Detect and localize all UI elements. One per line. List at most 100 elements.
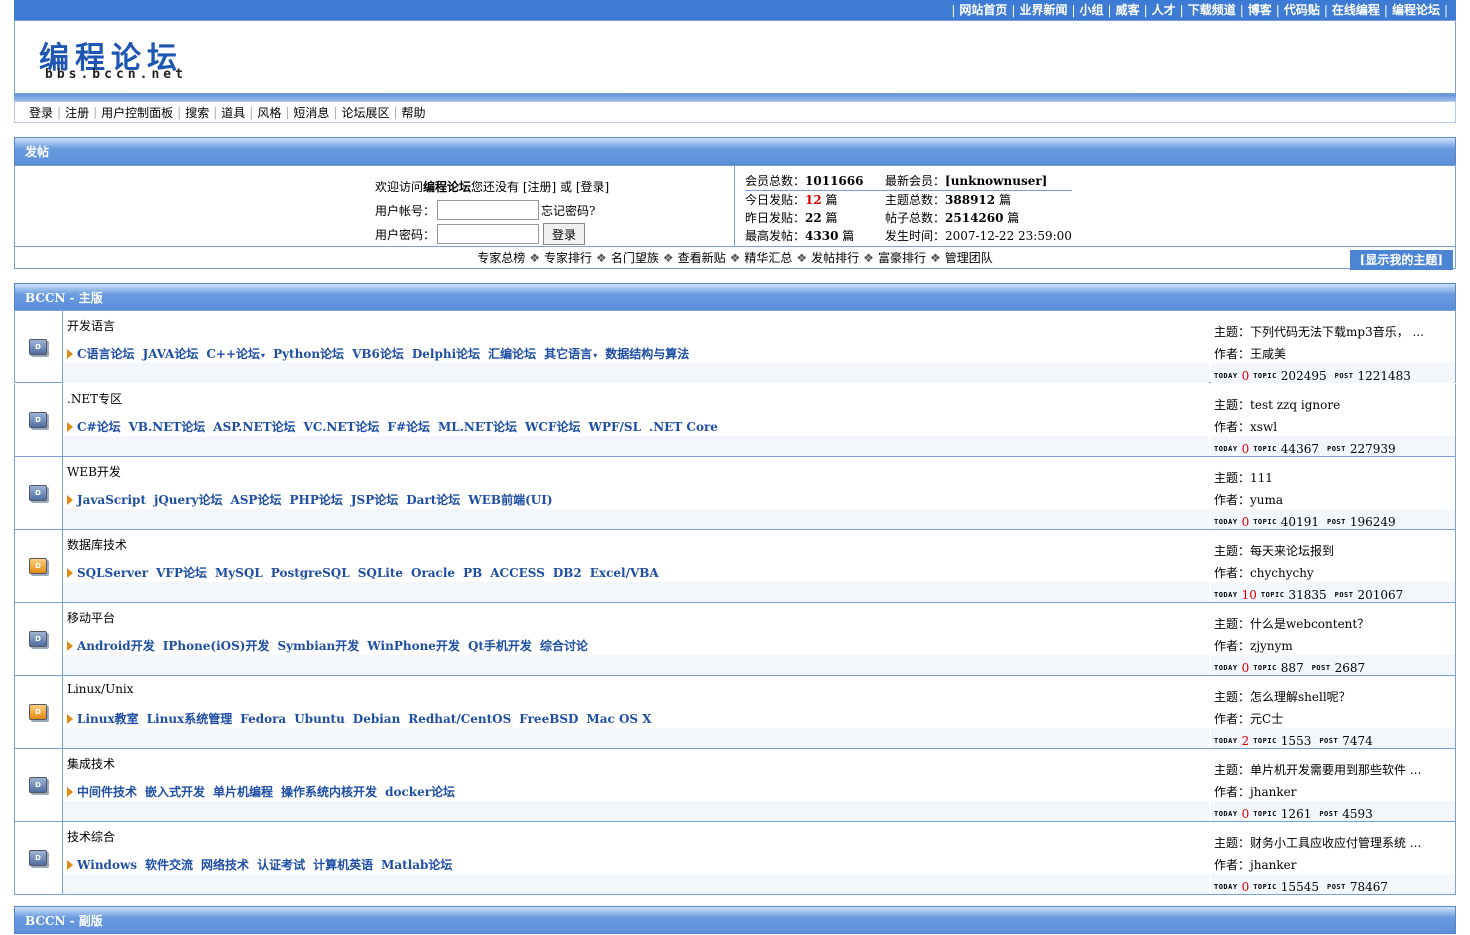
top-nav-link[interactable]: 在线编程 bbox=[1332, 3, 1380, 17]
subforum-link[interactable]: Mac OS X bbox=[586, 712, 651, 726]
last-topic-link[interactable]: 111 bbox=[1250, 471, 1273, 485]
subforum-link[interactable]: Excel/VBA bbox=[590, 566, 659, 580]
subforum-link[interactable]: Windows bbox=[77, 858, 137, 872]
forgot-password-link[interactable]: 忘记密码? bbox=[541, 202, 595, 219]
menu-item[interactable]: 帮助 bbox=[398, 104, 430, 121]
subforum-link[interactable]: Linux系统管理 bbox=[147, 710, 233, 727]
subforum-link[interactable]: Dart论坛 bbox=[406, 491, 460, 508]
menu-item[interactable]: 注册 bbox=[61, 104, 93, 121]
menu-item[interactable]: 风格 bbox=[253, 104, 285, 121]
subforum-link[interactable]: Fedora bbox=[240, 712, 286, 726]
author-link[interactable]: jhanker bbox=[1250, 785, 1296, 799]
subforum-link[interactable]: 数据结构与算法 bbox=[605, 345, 689, 362]
newest-member[interactable]: [unknownuser] bbox=[945, 174, 1047, 188]
subforum-link[interactable]: Linux教室 bbox=[77, 710, 139, 727]
subforum-link[interactable]: ASP论坛 bbox=[230, 491, 281, 508]
top-nav-link[interactable]: 网站首页 bbox=[959, 3, 1007, 17]
top-nav-link[interactable]: 小组 bbox=[1080, 3, 1104, 17]
menu-item[interactable]: 登录 bbox=[25, 104, 57, 121]
last-topic-link[interactable]: 怎么理解shell呢？ bbox=[1250, 690, 1351, 704]
author-link[interactable]: zjynym bbox=[1250, 639, 1293, 653]
tool-link[interactable]: 富豪排行 bbox=[878, 251, 926, 265]
subforum-link[interactable]: 软件交流 bbox=[145, 856, 193, 873]
forum-name[interactable]: WEB开发 bbox=[67, 463, 121, 480]
top-nav-link[interactable]: 威客 bbox=[1116, 3, 1140, 17]
subforum-link[interactable]: Qt手机开发 bbox=[468, 637, 532, 654]
subforum-link[interactable]: MySQL bbox=[215, 566, 263, 580]
subforum-link[interactable]: WEB前端(UI) bbox=[468, 491, 552, 508]
last-topic-link[interactable]: 下列代码无法下载mp3音乐， ... bbox=[1250, 325, 1424, 339]
subforum-link[interactable]: DB2 bbox=[553, 566, 582, 580]
subforum-link[interactable]: .NET Core bbox=[649, 420, 718, 434]
dropdown-icon[interactable]: ▾ bbox=[593, 350, 597, 360]
subforum-link[interactable]: 操作系统内核开发 bbox=[281, 783, 377, 800]
subforum-link[interactable]: VFP论坛 bbox=[156, 564, 207, 581]
top-nav-link[interactable]: 代码贴 bbox=[1284, 3, 1320, 17]
subforum-link[interactable]: JAVA论坛 bbox=[143, 345, 199, 362]
subforum-link[interactable]: C语言论坛 bbox=[77, 345, 135, 362]
last-topic-link[interactable]: 什么是webcontent？ bbox=[1250, 617, 1369, 631]
subforum-link[interactable]: PostgreSQL bbox=[271, 566, 350, 580]
subforum-link[interactable]: IPhone(iOS)开发 bbox=[163, 637, 270, 654]
subforum-link[interactable]: Matlab论坛 bbox=[381, 856, 452, 873]
forum-name[interactable]: 移动平台 bbox=[67, 609, 115, 626]
tool-link[interactable]: 名门望族 bbox=[611, 251, 659, 265]
subforum-link[interactable]: ML.NET论坛 bbox=[438, 418, 517, 435]
subforum-link[interactable]: C#论坛 bbox=[77, 418, 121, 435]
subforum-link[interactable]: 中间件技术 bbox=[77, 783, 137, 800]
show-my-topics-button[interactable]: [显示我的主题] bbox=[1349, 250, 1453, 270]
subforum-link[interactable]: Symbian开发 bbox=[277, 637, 359, 654]
last-topic-link[interactable]: 每天来论坛报到 bbox=[1250, 544, 1334, 558]
forum-name[interactable]: 开发语言 bbox=[67, 317, 115, 334]
tool-link[interactable]: 管理团队 bbox=[945, 251, 993, 265]
subforum-link[interactable]: SQLServer bbox=[77, 566, 148, 580]
subforum-link[interactable]: WinPhone开发 bbox=[367, 637, 460, 654]
subforum-link[interactable]: jQuery论坛 bbox=[154, 491, 222, 508]
subforum-link[interactable]: SQLite bbox=[358, 566, 403, 580]
subforum-link[interactable]: FreeBSD bbox=[519, 712, 578, 726]
subforum-link[interactable]: VB.NET论坛 bbox=[129, 418, 206, 435]
subforum-link[interactable]: Debian bbox=[353, 712, 401, 726]
forum-name[interactable]: 数据库技术 bbox=[67, 536, 127, 553]
subforum-link[interactable]: Oracle bbox=[411, 566, 455, 580]
forum-name[interactable]: 集成技术 bbox=[67, 755, 115, 772]
menu-item[interactable]: 用户控制面板 bbox=[97, 104, 177, 121]
subforum-link[interactable]: 嵌入式开发 bbox=[145, 783, 205, 800]
subforum-link[interactable]: JSP论坛 bbox=[351, 491, 398, 508]
subforum-link[interactable]: docker论坛 bbox=[385, 783, 455, 800]
subforum-link[interactable]: ACCESS bbox=[490, 566, 545, 580]
forum-name[interactable]: Linux/Unix bbox=[67, 682, 134, 696]
subforum-link[interactable]: WPF/SL bbox=[589, 420, 642, 434]
subforum-link[interactable]: Ubuntu bbox=[294, 712, 345, 726]
tool-link[interactable]: 专家排行 bbox=[544, 251, 592, 265]
tool-link[interactable]: 专家总榜 bbox=[477, 251, 525, 265]
subforum-link[interactable]: JavaScript bbox=[77, 493, 146, 507]
subforum-link[interactable]: 网络技术 bbox=[201, 856, 249, 873]
subforum-link[interactable]: F#论坛 bbox=[387, 418, 430, 435]
account-input[interactable] bbox=[437, 200, 540, 220]
subforum-link[interactable]: 认证考试 bbox=[257, 856, 305, 873]
last-topic-link[interactable]: test zzq ignore bbox=[1250, 398, 1340, 412]
author-link[interactable]: 王咸美 bbox=[1250, 347, 1286, 361]
subforum-link[interactable]: PB bbox=[463, 566, 482, 580]
subforum-link[interactable]: Delphi论坛 bbox=[412, 345, 480, 362]
author-link[interactable]: chychychy bbox=[1250, 566, 1314, 580]
subforum-link[interactable]: Python论坛 bbox=[273, 345, 344, 362]
top-nav-link[interactable]: 编程论坛 bbox=[1392, 3, 1440, 17]
menu-item[interactable]: 短消息 bbox=[289, 104, 333, 121]
tool-link[interactable]: 精华汇总 bbox=[744, 251, 792, 265]
subforum-link[interactable]: Redhat/CentOS bbox=[408, 712, 511, 726]
subforum-link[interactable]: VC.NET论坛 bbox=[304, 418, 380, 435]
subforum-link[interactable]: C++论坛▾ bbox=[206, 345, 265, 362]
tool-link[interactable]: 发帖排行 bbox=[811, 251, 859, 265]
subforum-link[interactable]: Android开发 bbox=[77, 637, 155, 654]
subforum-link[interactable]: 综合讨论 bbox=[540, 637, 588, 654]
top-nav-link[interactable]: 业界新闻 bbox=[1019, 3, 1067, 17]
subforum-link[interactable]: VB6论坛 bbox=[352, 345, 404, 362]
subforum-link[interactable]: 其它语言▾ bbox=[544, 345, 597, 362]
author-link[interactable]: xswl bbox=[1250, 420, 1277, 434]
last-topic-link[interactable]: 单片机开发需要用到那些软件 ... bbox=[1250, 763, 1421, 777]
subforum-link[interactable]: 计算机英语 bbox=[313, 856, 373, 873]
tool-link[interactable]: 查看新贴 bbox=[678, 251, 726, 265]
menu-item[interactable]: 搜索 bbox=[181, 104, 213, 121]
